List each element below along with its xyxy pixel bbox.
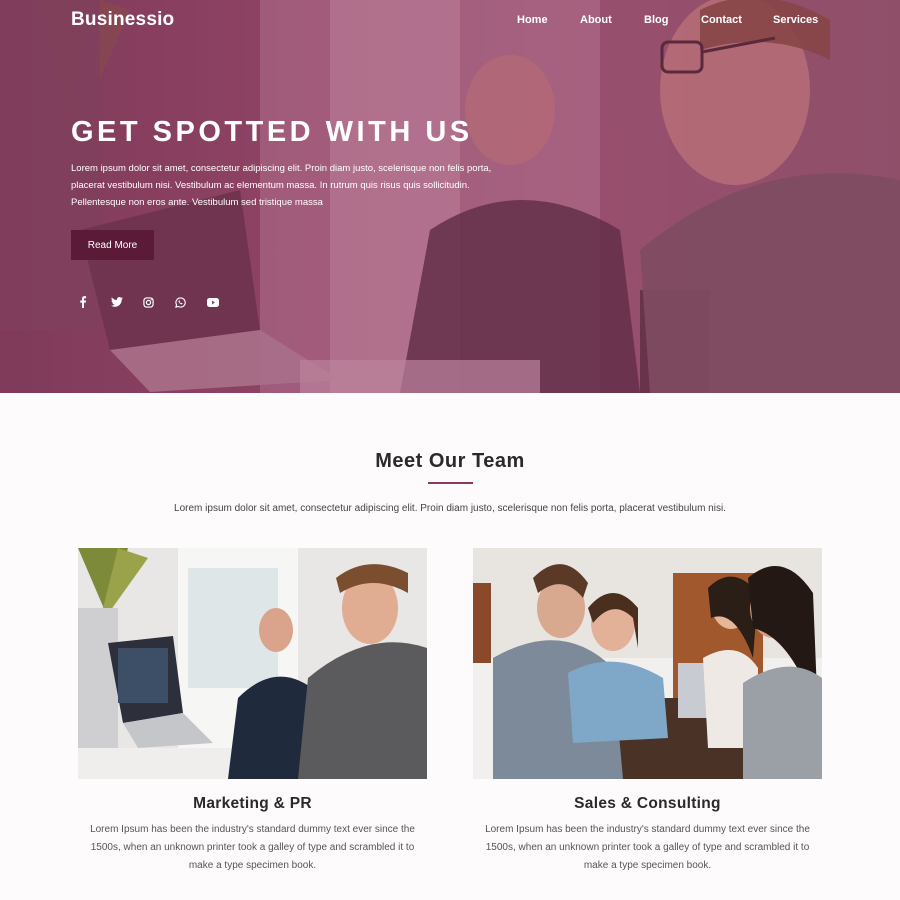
youtube-icon[interactable] — [203, 295, 235, 309]
card-title-marketing: Marketing & PR — [193, 795, 312, 812]
team-section-title: Meet Our Team — [375, 450, 525, 472]
read-more-button[interactable]: Read More — [71, 230, 154, 260]
navbar: Businessio Home About Blog Contact Servi… — [0, 0, 900, 42]
nav-link-contact[interactable]: Contact — [701, 14, 742, 26]
nav-link-about[interactable]: About — [580, 14, 612, 26]
marketing-team-photo — [78, 548, 427, 779]
hero-section: Businessio Home About Blog Contact Servi… — [0, 0, 900, 393]
instagram-icon[interactable] — [139, 295, 171, 309]
whatsapp-icon[interactable] — [171, 295, 203, 309]
social-links — [75, 295, 235, 309]
card-text-sales: Lorem Ipsum has been the industry's stan… — [485, 824, 810, 871]
team-section-subtitle: Lorem ipsum dolor sit amet, consectetur … — [174, 503, 726, 514]
card-title-sales: Sales & Consulting — [574, 795, 721, 812]
site-logo[interactable]: Businessio — [71, 9, 174, 31]
facebook-icon[interactable] — [75, 295, 107, 309]
title-divider — [428, 482, 473, 484]
nav-link-services[interactable]: Services — [773, 14, 818, 26]
nav-link-home[interactable]: Home — [517, 14, 548, 26]
sales-team-photo — [473, 548, 822, 779]
card-text-marketing: Lorem Ipsum has been the industry's stan… — [90, 824, 415, 871]
nav-link-blog[interactable]: Blog — [644, 14, 668, 26]
twitter-icon[interactable] — [107, 295, 139, 309]
hero-title: GET SPOTTED WITH US — [71, 116, 473, 148]
hero-text: Lorem ipsum dolor sit amet, consectetur … — [71, 163, 492, 208]
